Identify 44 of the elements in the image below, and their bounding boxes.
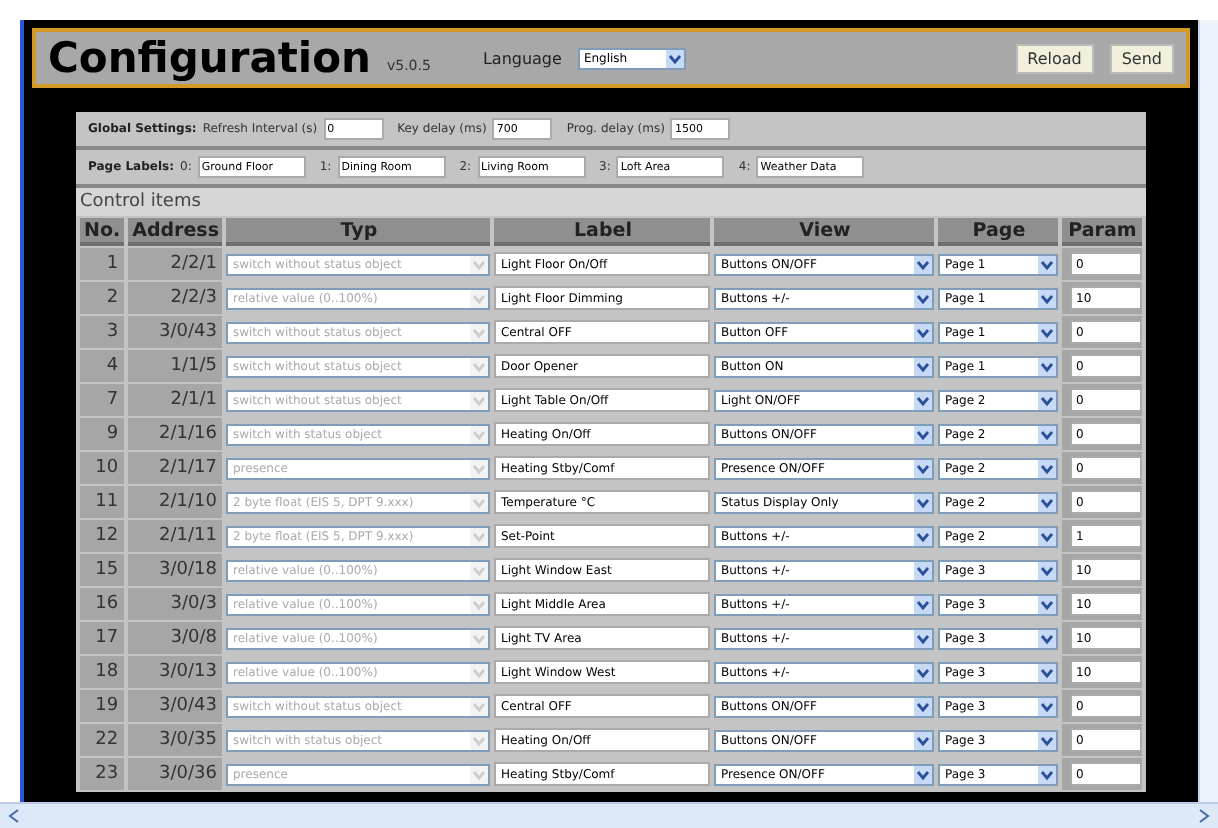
- row-number: 12: [80, 520, 125, 552]
- row-number: 15: [80, 554, 125, 586]
- header-button[interactable]: Send: [1109, 43, 1174, 73]
- row-number: 4: [80, 350, 125, 382]
- row-number: 1: [80, 248, 125, 280]
- address-cell: 3/0/8: [128, 622, 223, 654]
- column-header: Typ: [226, 218, 491, 246]
- row-number: 23: [80, 758, 125, 790]
- row-number: 7: [80, 384, 125, 416]
- row-number: 16: [80, 588, 125, 620]
- address-cell: 3/0/43: [128, 690, 223, 722]
- column-header: Label: [494, 218, 711, 246]
- address-cell: 3/0/36: [128, 758, 223, 790]
- row-number: 18: [80, 656, 125, 688]
- address-cell: 2/2/1: [128, 248, 223, 280]
- row-number: 11: [80, 486, 125, 518]
- address-cell: 2/1/1: [128, 384, 223, 416]
- row-number: 10: [80, 452, 125, 484]
- column-header: No.: [80, 218, 125, 246]
- column-header: Address: [128, 218, 223, 246]
- address-cell: 2/1/10: [128, 486, 223, 518]
- address-cell: 3/0/3: [128, 588, 223, 620]
- row-number: 2: [80, 282, 125, 314]
- row-number: 19: [80, 690, 125, 722]
- address-cell: 3/0/18: [128, 554, 223, 586]
- address-cell: 3/0/13: [128, 656, 223, 688]
- header-button[interactable]: Reload: [1015, 43, 1094, 73]
- address-cell: 2/1/17: [128, 452, 223, 484]
- address-cell: 2/1/16: [128, 418, 223, 450]
- column-header: Page: [938, 218, 1059, 246]
- row-number: 17: [80, 622, 125, 654]
- address-cell: 2/1/11: [128, 520, 223, 552]
- address-cell: 1/1/5: [128, 350, 223, 382]
- address-cell: 2/2/3: [128, 282, 223, 314]
- row-number: 22: [80, 724, 125, 756]
- page-title: Configuration: [48, 34, 371, 82]
- row-number: 9: [80, 418, 125, 450]
- column-header: Param: [1062, 218, 1142, 246]
- language-label: Language: [482, 49, 562, 67]
- section-title: Control items: [76, 188, 1146, 216]
- column-header: View: [714, 218, 935, 246]
- row-number: 3: [80, 316, 125, 348]
- address-cell: 3/0/43: [128, 316, 223, 348]
- address-cell: 3/0/35: [128, 724, 223, 756]
